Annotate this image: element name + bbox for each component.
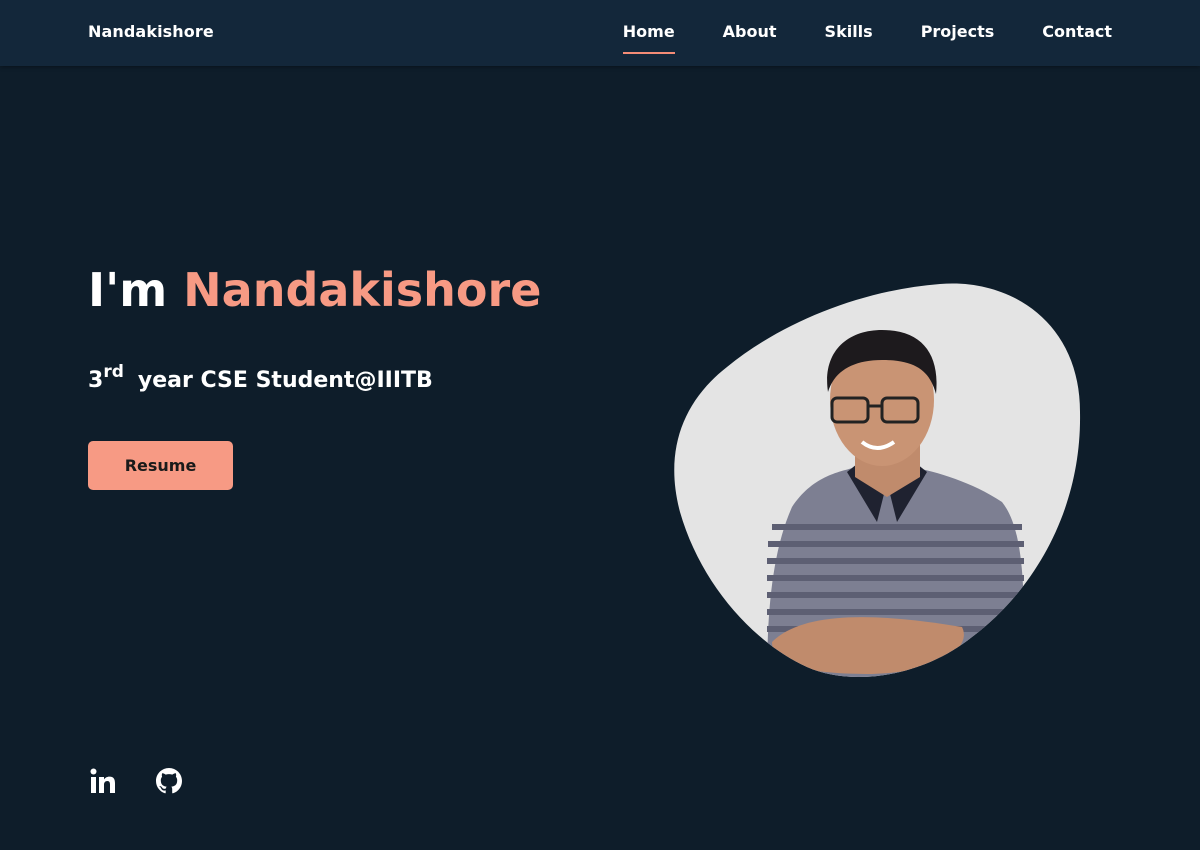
profile-image bbox=[672, 282, 1082, 682]
hero-subtitle: 3rd year CSE Student@IIITB bbox=[88, 362, 433, 393]
subtitle-text: year CSE Student@IIITB bbox=[137, 368, 433, 393]
profile-blob bbox=[674, 283, 1081, 677]
linkedin-icon[interactable] bbox=[88, 766, 118, 796]
nav-link-home[interactable]: Home bbox=[622, 22, 675, 54]
nav-link-projects[interactable]: Projects bbox=[921, 22, 995, 41]
navbar: Nandakishore Home About Skills Projects … bbox=[0, 0, 1200, 66]
nav-links: Home About Skills Projects Contact bbox=[622, 22, 1112, 54]
brand-logo[interactable]: Nandakishore bbox=[88, 22, 214, 41]
nav-link-contact[interactable]: Contact bbox=[1042, 22, 1112, 41]
hero-greeting: I'm bbox=[88, 263, 168, 317]
github-icon[interactable] bbox=[154, 766, 184, 796]
social-links bbox=[88, 766, 184, 796]
nav-link-skills[interactable]: Skills bbox=[825, 22, 873, 41]
hero-title: I'm Nandakishore bbox=[88, 262, 541, 318]
subtitle-number: 3 bbox=[88, 368, 104, 393]
nav-link-about[interactable]: About bbox=[723, 22, 777, 41]
hero-name: Nandakishore bbox=[183, 263, 542, 317]
subtitle-ordinal: rd bbox=[103, 362, 124, 382]
resume-button[interactable]: Resume bbox=[88, 441, 233, 490]
